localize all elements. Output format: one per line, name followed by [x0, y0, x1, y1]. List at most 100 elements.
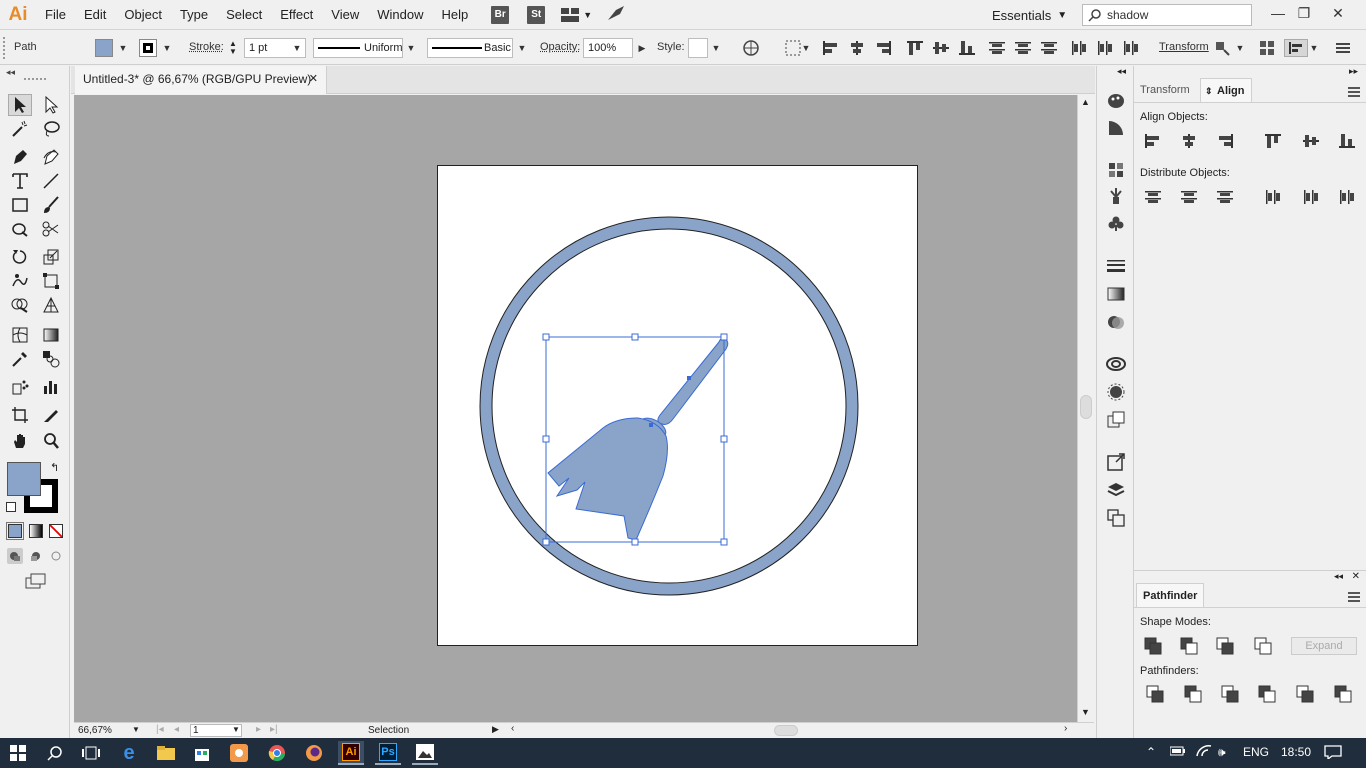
store-icon[interactable] — [189, 741, 215, 765]
chevron-right-icon[interactable]: ▶ — [634, 38, 650, 58]
align-vcenter-icon[interactable] — [1302, 132, 1320, 150]
volume-icon[interactable]: 🕪 — [1218, 745, 1226, 760]
battery-icon[interactable] — [1169, 745, 1186, 760]
tab-pathfinder[interactable]: Pathfinder — [1136, 583, 1205, 607]
magic-wand-tool[interactable] — [8, 118, 32, 140]
search-input[interactable]: shadow — [1082, 4, 1252, 26]
distribute-top-icon[interactable] — [1144, 188, 1162, 206]
status-tool[interactable]: Selection — [368, 725, 409, 736]
menu-type[interactable]: Type — [171, 0, 217, 30]
scroll-left-arrow[interactable]: ‹ — [511, 723, 514, 734]
paintbrush-tool[interactable] — [39, 194, 63, 216]
expand-button[interactable]: Expand — [1291, 637, 1357, 655]
chevron-down-icon[interactable]: ▼ — [232, 725, 240, 734]
blend-tool[interactable] — [39, 348, 63, 370]
distribute-top-icon[interactable] — [988, 39, 1006, 57]
restore-button[interactable]: ❐ — [1288, 0, 1320, 26]
wifi-icon[interactable] — [1196, 745, 1212, 760]
media-app-icon[interactable] — [226, 741, 252, 765]
distribute-vcenter-icon[interactable] — [1014, 39, 1032, 57]
isolate-icon[interactable] — [1213, 39, 1231, 57]
stroke-swatch[interactable] — [139, 39, 157, 57]
prev-artboard-icon[interactable]: ◂ — [174, 724, 179, 735]
outline-icon[interactable] — [1296, 685, 1314, 703]
chevron-down-icon[interactable]: ▼ — [708, 38, 724, 58]
zoom-tool[interactable] — [39, 430, 63, 452]
stock-button[interactable]: St — [527, 5, 546, 24]
scale-tool[interactable] — [39, 246, 63, 268]
fill-swatch[interactable] — [95, 39, 113, 57]
distribute-left-icon[interactable] — [1070, 39, 1088, 57]
column-graph-tool[interactable] — [39, 376, 63, 398]
opacity-field[interactable]: 100% — [583, 38, 633, 58]
scroll-up-arrow[interactable]: ▲ — [1081, 97, 1090, 107]
brush-definition[interactable]: Basic — [427, 38, 513, 58]
chrome-icon[interactable] — [264, 741, 290, 765]
appearance-icon[interactable] — [1106, 382, 1126, 402]
close-window-button[interactable]: ✕ — [1322, 0, 1354, 26]
scroll-right-arrow[interactable]: › — [1064, 723, 1067, 734]
align-left-icon[interactable] — [822, 39, 840, 57]
zoom-field[interactable]: 66,67% — [78, 725, 128, 736]
slice-tool[interactable] — [39, 404, 63, 426]
graphic-style-swatch[interactable] — [688, 38, 708, 58]
first-artboard-icon[interactable]: |◂ — [156, 724, 164, 735]
menu-select[interactable]: Select — [217, 0, 271, 30]
hand-tool[interactable] — [8, 430, 32, 452]
align-hcenter-icon[interactable] — [848, 39, 866, 57]
draw-inside-icon[interactable] — [48, 548, 64, 567]
rectangle-tool[interactable] — [8, 194, 32, 216]
shaper-tool[interactable] — [8, 218, 32, 240]
merge-icon[interactable] — [1221, 685, 1239, 703]
scroll-down-arrow[interactable]: ▼ — [1081, 707, 1090, 717]
panel-menu-icon[interactable] — [1348, 591, 1360, 605]
color-mode-icon[interactable] — [6, 522, 24, 540]
file-explorer-icon[interactable] — [153, 741, 179, 765]
minus-front-icon[interactable] — [1180, 637, 1198, 655]
next-artboard-icon[interactable]: ▸ — [256, 724, 261, 735]
menu-view[interactable]: View — [322, 0, 368, 30]
close-icon[interactable]: ✕ — [309, 66, 318, 93]
unite-icon[interactable] — [1144, 637, 1162, 655]
distribute-vcenter-icon[interactable] — [1180, 188, 1198, 206]
free-transform-tool[interactable] — [39, 270, 63, 292]
type-tool[interactable] — [8, 170, 32, 192]
distribute-right-icon[interactable] — [1122, 39, 1140, 57]
artboards-icon[interactable] — [1106, 508, 1126, 528]
draw-normal-icon[interactable] — [7, 548, 23, 564]
shape-builder-tool[interactable] — [8, 294, 32, 316]
swap-fill-stroke-icon[interactable]: ↰ — [50, 461, 59, 474]
align-top-icon[interactable] — [906, 39, 924, 57]
photos-icon[interactable] — [412, 741, 438, 765]
align-left-icon[interactable] — [1144, 132, 1162, 150]
gradient-panel-icon[interactable] — [1106, 284, 1126, 304]
chevron-down-icon[interactable]: ▼ — [132, 725, 140, 734]
distribute-left-icon[interactable] — [1264, 188, 1282, 206]
chevron-down-icon[interactable]: ▼ — [1232, 38, 1248, 58]
distribute-hcenter-icon[interactable] — [1096, 39, 1114, 57]
curvature-tool[interactable] — [39, 146, 63, 168]
arrange-documents-icon[interactable]: ▼ — [561, 7, 592, 22]
divide-icon[interactable] — [1146, 685, 1164, 703]
chevron-up-icon[interactable]: ⌃ — [1146, 745, 1156, 759]
last-artboard-icon[interactable]: ▸| — [270, 724, 278, 735]
stroke-dropdown[interactable]: ▼ — [159, 38, 175, 58]
eyedropper-tool[interactable] — [8, 348, 32, 370]
brushes-icon[interactable] — [1106, 186, 1126, 206]
opacity-label[interactable]: Opacity: — [540, 41, 580, 53]
windows-start-icon[interactable] — [5, 741, 31, 765]
default-colors-icon[interactable] — [6, 502, 16, 512]
clock[interactable]: 18:50 — [1281, 745, 1311, 759]
panel-menu-icon[interactable] — [1334, 39, 1352, 57]
transparency-icon[interactable] — [1106, 312, 1126, 332]
chevron-down-icon[interactable]: ▼ — [798, 38, 814, 58]
menu-edit[interactable]: Edit — [75, 0, 115, 30]
align-panel-toggle[interactable] — [1284, 39, 1308, 57]
graphic-styles-icon[interactable] — [1106, 410, 1126, 430]
draw-behind-icon[interactable] — [28, 548, 44, 567]
menu-file[interactable]: File — [36, 0, 75, 30]
align-right-icon[interactable] — [1216, 132, 1234, 150]
artboard-tool[interactable] — [8, 404, 32, 426]
illustrator-taskbar-icon[interactable]: Ai — [338, 741, 364, 765]
canvas[interactable] — [74, 95, 1077, 722]
